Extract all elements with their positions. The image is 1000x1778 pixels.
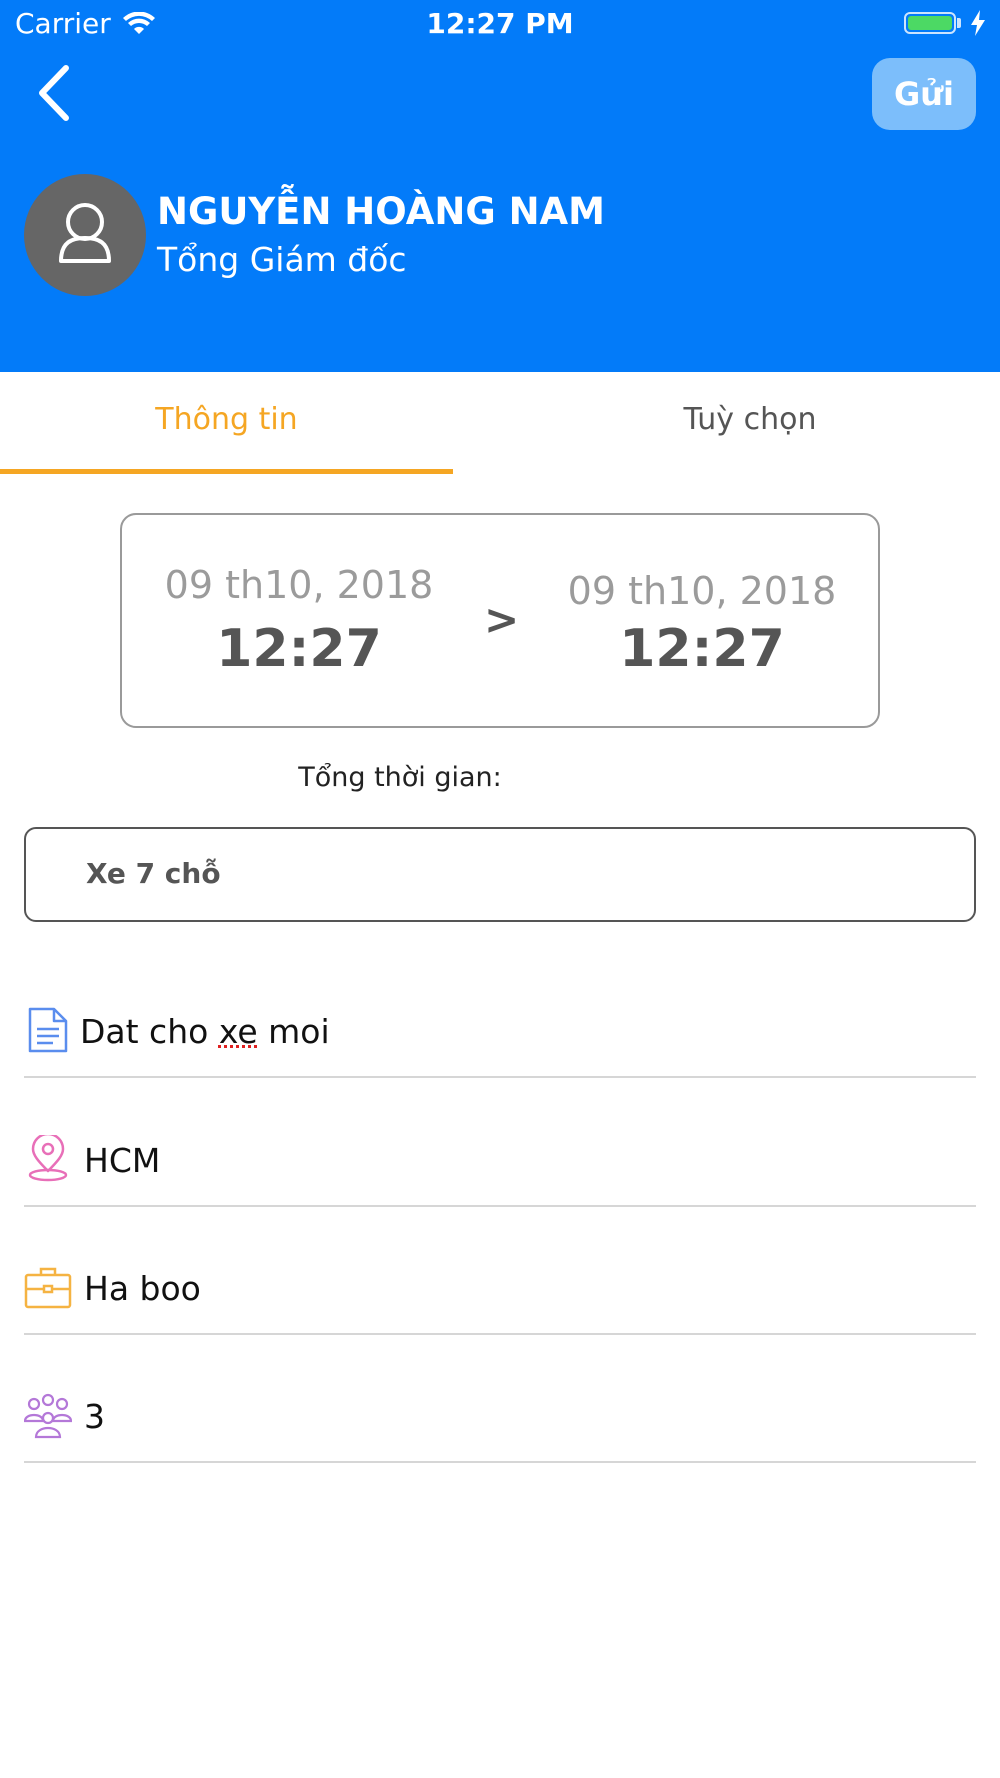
start-datetime[interactable]: 09 th10, 2018 12:27 (159, 563, 439, 679)
note-field[interactable]: Dat cho xe moi (24, 968, 976, 1078)
user-icon (59, 203, 111, 263)
group-icon (24, 1393, 72, 1439)
purpose-value: Ha boo (84, 1269, 201, 1308)
header: Carrier 12:27 PM Gửi NGUYỄN HOÀNG NAM Tổ… (0, 0, 1000, 372)
note-text-before: Dat cho (80, 1012, 219, 1051)
active-tab-indicator (0, 469, 453, 474)
tab-bar: Thông tin Tuỳ chọn (0, 372, 1000, 475)
people-value: 3 (84, 1397, 105, 1436)
vehicle-select[interactable]: Xe 7 chỗ (24, 827, 976, 922)
divider (24, 1076, 976, 1078)
purpose-field[interactable]: Ha boo (24, 1225, 976, 1335)
total-time-label: Tổng thời gian: (298, 762, 502, 793)
date-range-picker[interactable]: 09 th10, 2018 12:27 > 09 th10, 2018 12:2… (120, 513, 880, 728)
briefcase-icon (24, 1267, 72, 1309)
note-misspelled-word: xe (218, 1012, 258, 1051)
location-pin-icon (28, 1135, 68, 1182)
chevron-left-icon (39, 65, 69, 121)
note-value: Dat cho xe moi (80, 1012, 330, 1051)
note-text-after: moi (257, 1012, 330, 1051)
start-date: 09 th10, 2018 (164, 563, 434, 607)
vehicle-value: Xe 7 chỗ (86, 857, 221, 890)
document-icon (28, 1007, 68, 1053)
divider (24, 1205, 976, 1207)
tab-options[interactable]: Tuỳ chọn (500, 372, 1000, 468)
tab-info[interactable]: Thông tin (0, 372, 453, 468)
charging-icon (971, 10, 985, 36)
start-time: 12:27 (216, 619, 382, 679)
user-name: NGUYỄN HOÀNG NAM (157, 190, 605, 233)
range-arrow: > (484, 595, 520, 644)
avatar (24, 174, 146, 296)
status-bar: Carrier 12:27 PM (0, 0, 1000, 50)
status-time: 12:27 PM (426, 7, 574, 40)
back-button[interactable] (30, 62, 80, 122)
people-field[interactable]: 3 (24, 1353, 976, 1463)
location-field[interactable]: HCM (24, 1097, 976, 1207)
location-value: HCM (84, 1141, 161, 1180)
end-time: 12:27 (619, 619, 785, 679)
user-title: Tổng Giám đốc (157, 240, 407, 279)
end-datetime[interactable]: 09 th10, 2018 12:27 (562, 569, 842, 679)
send-button[interactable]: Gửi (872, 58, 976, 130)
end-date: 09 th10, 2018 (567, 569, 837, 613)
divider (24, 1461, 976, 1463)
divider (24, 1333, 976, 1335)
battery-tip (957, 18, 961, 28)
battery-icon (904, 12, 956, 34)
